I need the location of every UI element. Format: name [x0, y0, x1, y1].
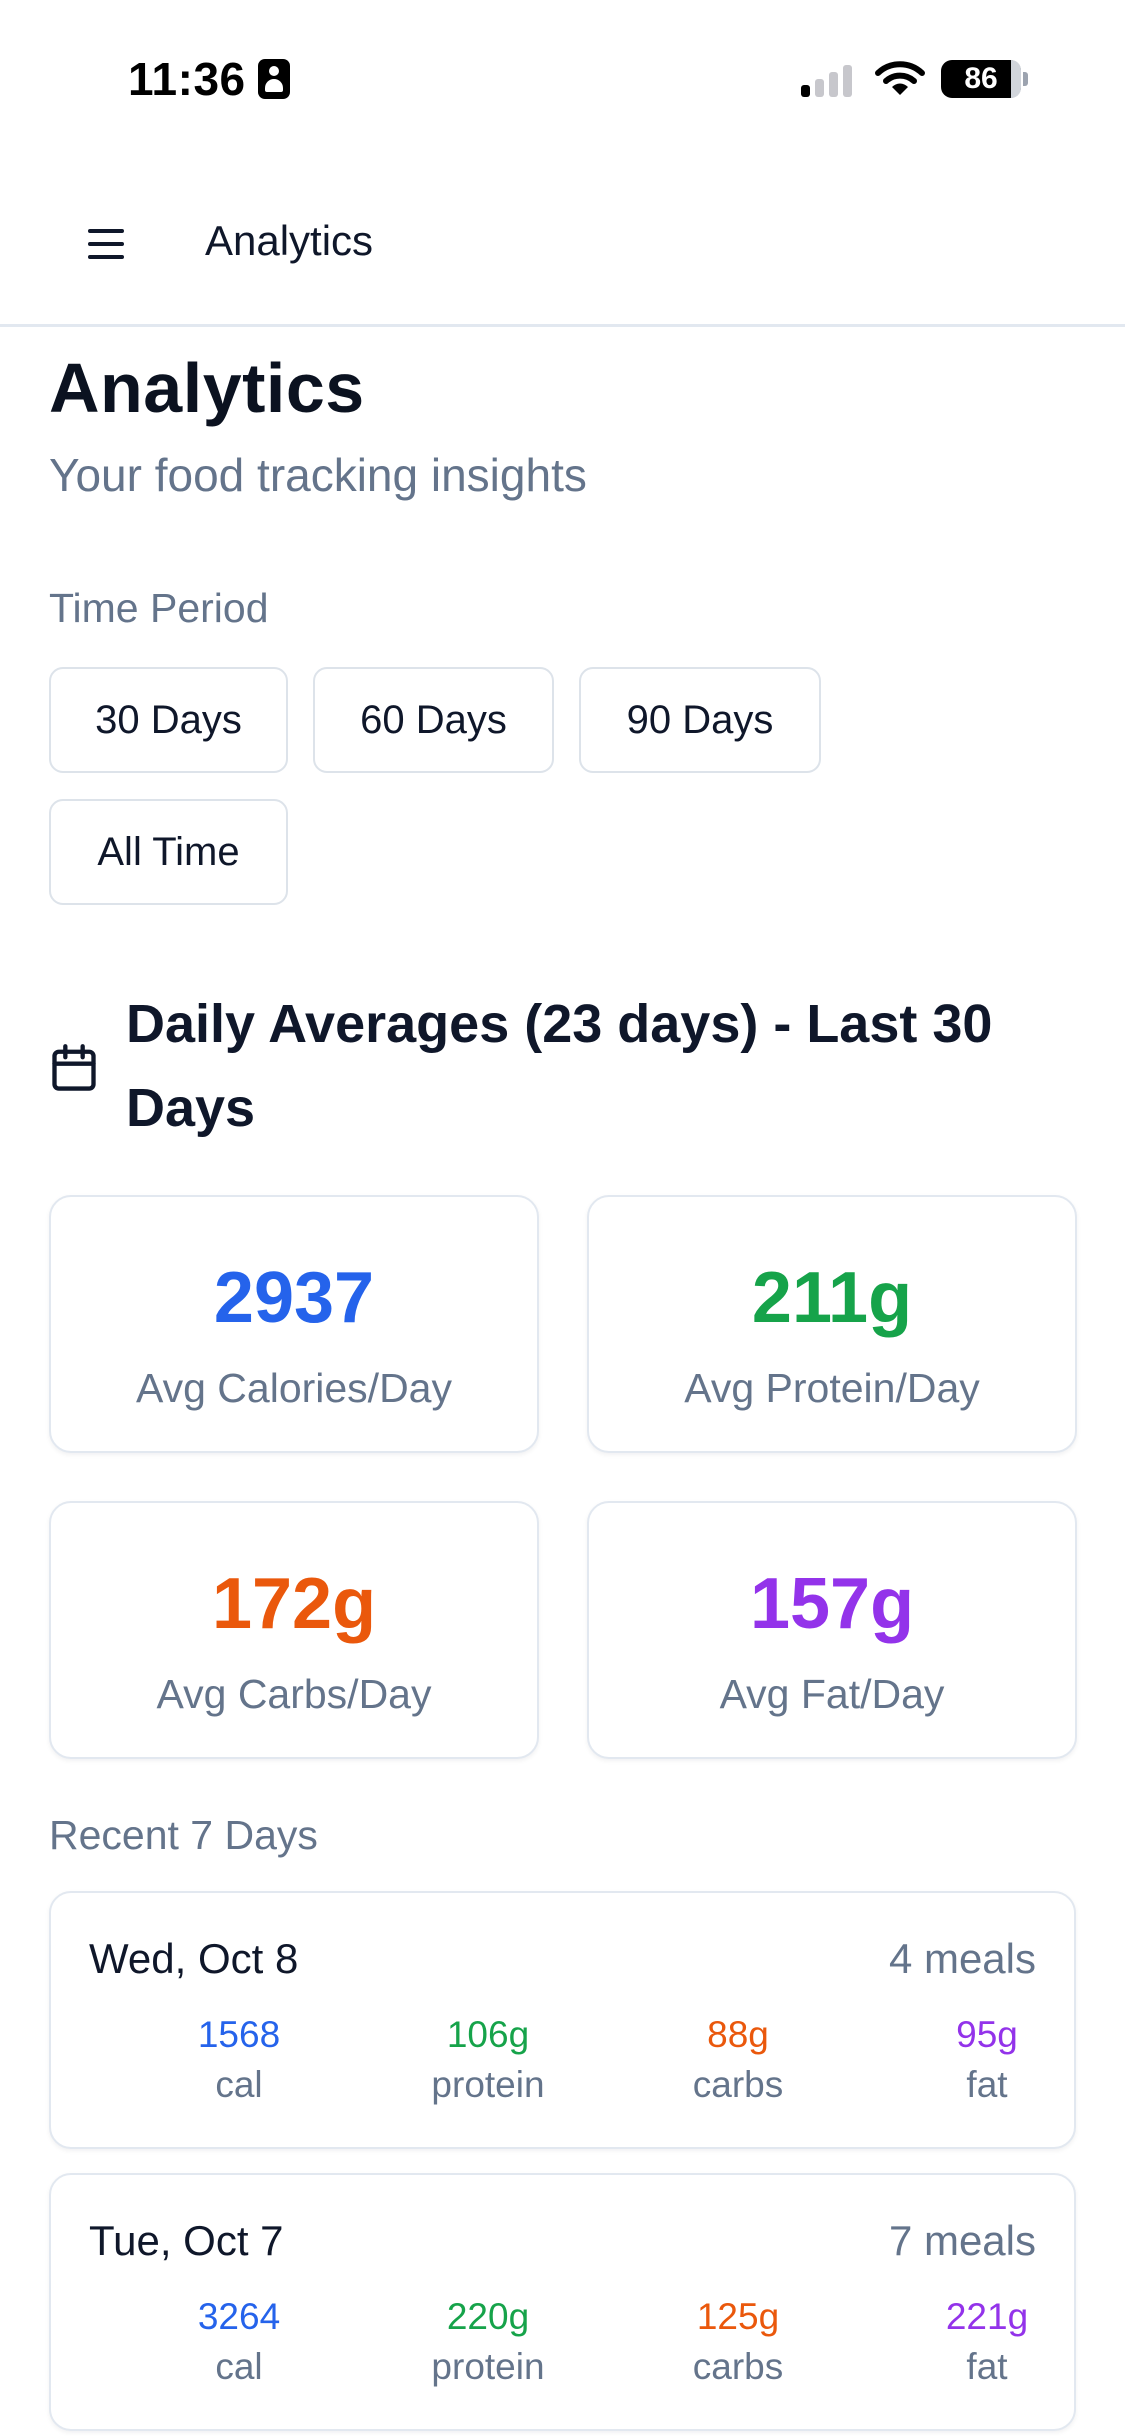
avg-calories-value: 2937: [213, 1258, 375, 1338]
period-30-days-button[interactable]: 30 Days: [49, 667, 288, 773]
day-fat-value: 221g: [945, 2296, 1029, 2337]
avg-protein-label: Avg Protein/Day: [684, 1365, 980, 1411]
day-date: Wed, Oct 8: [89, 1935, 299, 1982]
avg-protein-card: 211g Avg Protein/Day: [587, 1195, 1077, 1453]
day-calories-label: cal: [215, 2346, 263, 2387]
status-indicators: 86: [801, 60, 1028, 98]
day-carbs-value: 88g: [707, 2014, 769, 2055]
day-carbs: 125g carbs: [613, 2293, 863, 2393]
wifi-icon: [875, 61, 925, 95]
avg-fat-value: 157g: [749, 1564, 915, 1644]
day-protein: 220g protein: [363, 2293, 613, 2393]
time-period-label: Time Period: [49, 585, 269, 631]
day-carbs: 88g carbs: [613, 2011, 863, 2111]
day-calories-value: 3264: [197, 2296, 281, 2337]
day-calories: 1568 cal: [114, 2011, 364, 2111]
day-protein-value: 220g: [446, 2296, 530, 2337]
status-time: 11:36: [128, 53, 246, 105]
recent-days-label: Recent 7 Days: [49, 1812, 318, 1858]
signal-icon: [801, 61, 857, 97]
period-all-time-button[interactable]: All Time: [49, 799, 288, 905]
menu-icon[interactable]: [88, 227, 128, 263]
day-carbs-value: 125g: [696, 2296, 780, 2337]
status-time-container: 11:36: [128, 52, 290, 106]
day-card-oct-8[interactable]: Wed, Oct 8 4 meals 1568 cal 106g protein…: [49, 1891, 1076, 2149]
avg-carbs-label: Avg Carbs/Day: [156, 1671, 432, 1717]
day-date: Tue, Oct 7: [89, 2217, 284, 2264]
day-protein-label: protein: [431, 2346, 545, 2387]
status-bar: 11:36 86: [0, 0, 1125, 165]
avg-carbs-card: 172g Avg Carbs/Day: [49, 1501, 539, 1759]
day-meal-count: 7 meals: [888, 2217, 1036, 2264]
day-calories-label: cal: [215, 2064, 263, 2105]
day-calories-value: 1568: [197, 2014, 281, 2055]
day-card-oct-7[interactable]: Tue, Oct 7 7 meals 3264 cal 220g protein…: [49, 2173, 1076, 2431]
person-icon: [257, 59, 290, 99]
day-protein: 106g protein: [363, 2011, 613, 2111]
day-protein-label: protein: [431, 2064, 545, 2105]
avg-calories-label: Avg Calories/Day: [136, 1365, 452, 1411]
day-protein-value: 106g: [446, 2014, 530, 2055]
battery-level: 86: [964, 62, 998, 95]
day-fat-label: fat: [966, 2346, 1008, 2387]
avg-protein-value: 211g: [751, 1258, 913, 1338]
app-header: Analytics: [0, 165, 1125, 327]
page-subtitle: Your food tracking insights: [49, 449, 587, 501]
day-carbs-label: carbs: [692, 2346, 784, 2387]
avg-fat-label: Avg Fat/Day: [719, 1671, 945, 1717]
avg-fat-card: 157g Avg Fat/Day: [587, 1501, 1077, 1759]
battery-icon: 86: [941, 60, 1028, 98]
day-calories: 3264 cal: [114, 2293, 364, 2393]
calendar-icon: [52, 1044, 96, 1091]
day-meal-count: 4 meals: [888, 1935, 1036, 1982]
avg-calories-card: 2937 Avg Calories/Day: [49, 1195, 539, 1453]
analytics-screen: 11:36 86 Analytics Analytics Your food t…: [0, 0, 1125, 2436]
avg-carbs-value: 172g: [211, 1564, 377, 1644]
day-fat: 221g fat: [862, 2293, 1112, 2393]
day-fat-value: 95g: [956, 2014, 1018, 2055]
page-title: Analytics: [49, 349, 365, 427]
day-fat-label: fat: [966, 2064, 1008, 2105]
daily-averages-title: Daily Averages (23 days) - Last 30 Days: [126, 994, 993, 1138]
day-carbs-label: carbs: [692, 2064, 784, 2105]
day-fat: 95g fat: [862, 2011, 1112, 2111]
header-title: Analytics: [205, 217, 374, 264]
period-90-days-button[interactable]: 90 Days: [579, 667, 821, 773]
daily-averages-heading: Daily Averages (23 days) - Last 30 Days: [48, 982, 1086, 1150]
period-60-days-button[interactable]: 60 Days: [313, 667, 554, 773]
